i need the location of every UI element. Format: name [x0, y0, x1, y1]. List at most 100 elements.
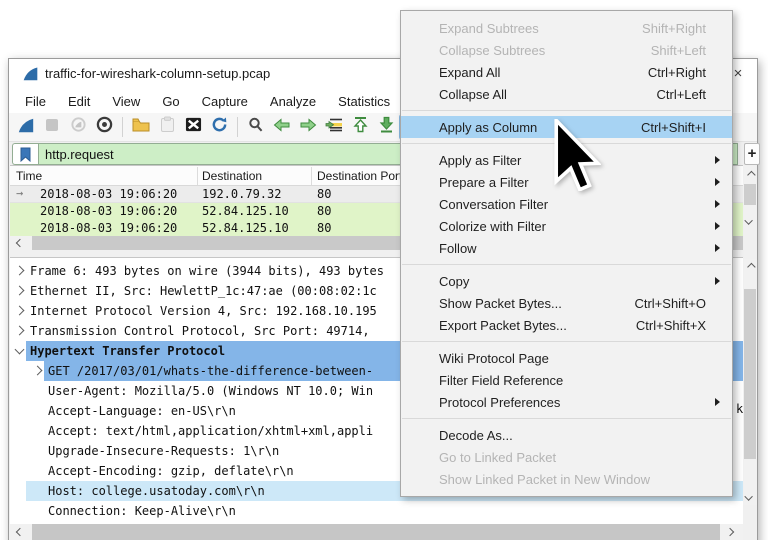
menu-item-label: Protocol Preferences	[439, 395, 706, 410]
menu-item-apply-as-column[interactable]: Apply as ColumnCtrl+Shift+I	[401, 116, 732, 138]
menubar-item-analyze[interactable]: Analyze	[259, 91, 327, 112]
expand-arrow-icon[interactable]	[33, 366, 43, 376]
expand-arrow-icon[interactable]	[15, 306, 25, 316]
menu-item-shortcut: Ctrl+Right	[648, 65, 706, 80]
menu-separator	[402, 341, 731, 342]
scroll-left-icon[interactable]	[12, 525, 26, 538]
menu-item-colorize-with-filter[interactable]: Colorize with Filter	[401, 215, 732, 237]
scroll-down-icon[interactable]	[743, 215, 757, 228]
cell-destination: 52.84.125.10	[202, 221, 289, 235]
menubar-item-view[interactable]: View	[101, 91, 151, 112]
menu-item-conversation-filter[interactable]: Conversation Filter	[401, 193, 732, 215]
menu-item-shortcut: Shift+Right	[642, 21, 706, 36]
menu-item-label: Collapse Subtrees	[439, 43, 651, 58]
stop-capture-button[interactable]	[40, 115, 64, 139]
menu-item-label: Prepare a Filter	[439, 175, 706, 190]
menu-item-expand-subtrees: Expand SubtreesShift+Right	[401, 17, 732, 39]
toolbar-separator	[122, 117, 123, 137]
go-forward-button[interactable]	[296, 115, 320, 139]
menu-item-label: Conversation Filter	[439, 197, 706, 212]
menubar-item-capture[interactable]: Capture	[191, 91, 259, 112]
go-to-bottom-icon	[379, 116, 394, 138]
vscrollbar-thumb[interactable]	[744, 289, 756, 459]
context-menu: Expand SubtreesShift+Right Collapse Subtr…	[400, 10, 733, 497]
menu-item-apply-as-filter[interactable]: Apply as Filter	[401, 149, 732, 171]
detail-text: Ethernet II, Src: HewlettP_1c:47:ae (00:…	[30, 284, 377, 298]
menu-item-shortcut: Shift+Left	[651, 43, 706, 58]
close-file-button[interactable]	[181, 115, 205, 139]
menu-item-decode-as[interactable]: Decode As...	[401, 424, 732, 446]
cell-time: 2018-08-03 19:06:20	[40, 187, 177, 201]
stop-capture-icon	[44, 117, 60, 138]
go-forward-icon	[299, 118, 317, 137]
window-title: traffic-for-wireshark-column-setup.pcap	[45, 66, 270, 81]
go-to-top-button[interactable]	[348, 115, 372, 139]
reload-file-icon	[211, 116, 228, 138]
menubar-item-go[interactable]: Go	[151, 91, 190, 112]
submenu-arrow-icon	[715, 277, 720, 285]
menu-item-show-packet-bytes[interactable]: Show Packet Bytes...Ctrl+Shift+O	[401, 292, 732, 314]
menu-item-copy[interactable]: Copy	[401, 270, 732, 292]
column-header-destination[interactable]: Destination	[202, 169, 262, 183]
go-to-bottom-button[interactable]	[374, 115, 398, 139]
menubar-item-statistics[interactable]: Statistics	[327, 91, 401, 112]
menu-item-expand-all[interactable]: Expand AllCtrl+Right	[401, 61, 732, 83]
menu-item-label: Show Packet Bytes...	[439, 296, 634, 311]
column-divider[interactable]	[197, 167, 198, 185]
menu-item-wiki-protocol-page[interactable]: Wiki Protocol Page	[401, 347, 732, 369]
open-file-button[interactable]	[129, 115, 153, 139]
menu-item-label: Collapse All	[439, 87, 657, 102]
column-header-destination-port[interactable]: Destination Port	[317, 169, 402, 183]
reload-file-button[interactable]	[207, 115, 231, 139]
submenu-arrow-icon	[715, 156, 720, 164]
menu-item-label: Follow	[439, 241, 706, 256]
menu-item-export-packet-bytes[interactable]: Export Packet Bytes...Ctrl+Shift+X	[401, 314, 732, 336]
menu-item-label: Apply as Filter	[439, 153, 706, 168]
save-file-icon	[160, 116, 175, 138]
capture-options-button[interactable]	[92, 115, 116, 139]
menu-item-show-linked-packet-in-new-window: Show Linked Packet in New Window	[401, 468, 732, 490]
column-divider[interactable]	[311, 167, 312, 185]
menu-item-prepare-a-filter[interactable]: Prepare a Filter	[401, 171, 732, 193]
expand-arrow-icon[interactable]	[15, 286, 25, 296]
add-filter-button[interactable]: +	[744, 143, 760, 165]
packet-list-vscrollbar[interactable]	[743, 166, 757, 230]
restart-capture-button[interactable]	[66, 115, 90, 139]
filter-bookmark-button[interactable]	[12, 143, 38, 165]
menu-separator	[402, 418, 731, 419]
menu-item-protocol-preferences[interactable]: Protocol Preferences	[401, 391, 732, 413]
scroll-right-icon[interactable]	[724, 525, 738, 538]
column-header-time[interactable]: Time	[16, 169, 42, 183]
menu-item-collapse-all[interactable]: Collapse AllCtrl+Left	[401, 83, 732, 105]
detail-line[interactable]: Connection: Keep-Alive\r\n	[10, 501, 743, 521]
go-back-button[interactable]	[270, 115, 294, 139]
cell-destination: 52.84.125.10	[202, 204, 289, 218]
go-back-icon	[273, 118, 291, 137]
detail-text: GET /2017/03/01/whats-the-difference-bet…	[48, 364, 373, 378]
start-capture-button[interactable]	[14, 115, 38, 139]
scroll-up-icon[interactable]	[743, 260, 757, 273]
save-file-button[interactable]	[155, 115, 179, 139]
details-vscrollbar[interactable]	[743, 259, 757, 505]
menu-item-label: Copy	[439, 274, 706, 289]
expand-arrow-icon[interactable]	[15, 266, 25, 276]
scroll-down-icon[interactable]	[743, 491, 757, 504]
find-packet-button[interactable]	[244, 115, 268, 139]
details-hscrollbar[interactable]	[10, 524, 743, 540]
scroll-up-icon[interactable]	[743, 168, 757, 181]
scroll-left-icon[interactable]	[12, 236, 26, 249]
clipped-text-fragment: k	[736, 402, 743, 416]
menu-separator	[402, 110, 731, 111]
detail-text: Accept-Language: en-US\r\n	[48, 404, 236, 418]
capture-options-icon	[96, 116, 113, 138]
vscrollbar-thumb[interactable]	[744, 184, 756, 205]
hscrollbar-thumb[interactable]	[32, 524, 720, 540]
expand-arrow-icon[interactable]	[15, 326, 25, 336]
go-to-packet-button[interactable]	[322, 115, 346, 139]
menu-item-filter-field-reference[interactable]: Filter Field Reference	[401, 369, 732, 391]
collapse-arrow-icon[interactable]	[15, 345, 25, 355]
menubar-item-edit[interactable]: Edit	[57, 91, 101, 112]
menubar-item-file[interactable]: File	[14, 91, 57, 112]
menu-item-follow[interactable]: Follow	[401, 237, 732, 259]
go-to-packet-icon	[325, 117, 343, 138]
